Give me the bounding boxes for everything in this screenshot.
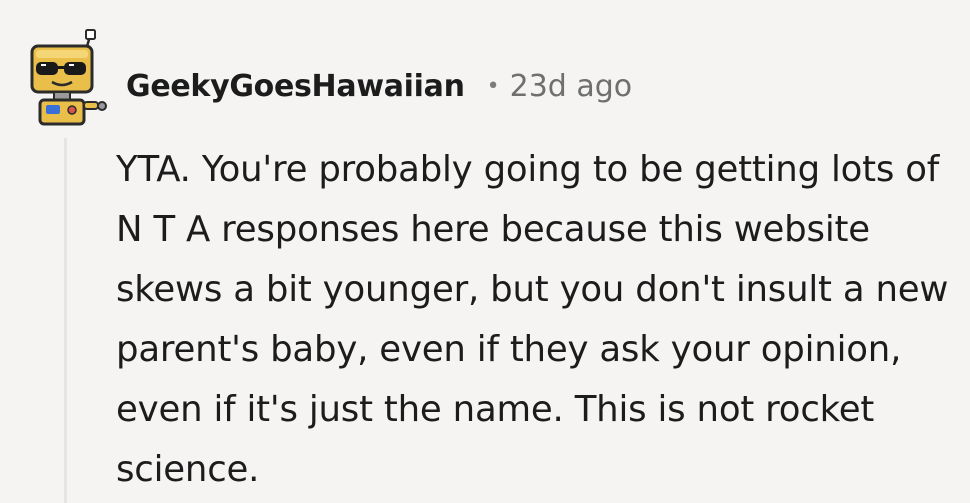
comment-header: GeekyGoesHawaiian • 23d ago xyxy=(126,64,632,108)
timestamp[interactable]: 23d ago xyxy=(510,69,633,104)
username-link[interactable]: GeekyGoesHawaiian xyxy=(126,69,465,104)
comment: GeekyGoesHawaiian • 23d ago YTA. You're … xyxy=(0,0,970,503)
robot-avatar-icon xyxy=(30,29,107,126)
thread-line[interactable] xyxy=(64,138,67,503)
avatar[interactable] xyxy=(22,28,110,128)
comment-body: YTA. You're probably going to be getting… xyxy=(116,149,949,490)
meta-separator: • xyxy=(486,73,500,99)
